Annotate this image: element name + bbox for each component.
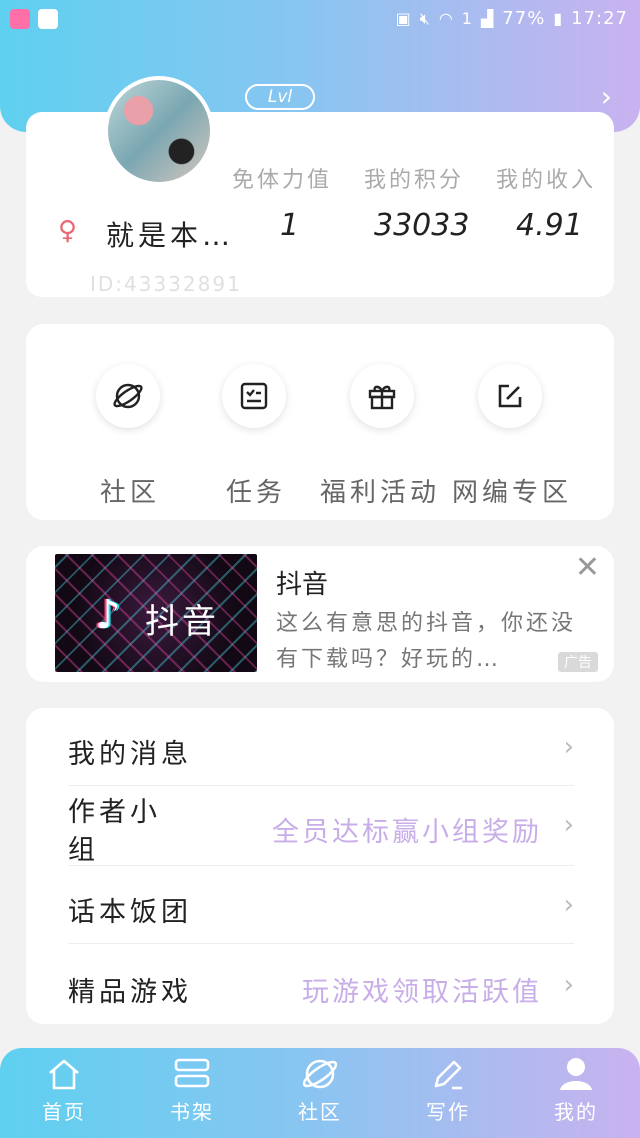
user-id: ID:43332891 (90, 272, 242, 296)
ad-image[interactable]: ♪ 抖音 (55, 554, 257, 672)
quick-action-label-welfare: 福利活动 (320, 478, 441, 508)
status-bar: ▣ 🔇︎ ◠ 1 ▟ 77% ▮ 17:27 (0, 0, 640, 40)
tab-me[interactable]: 我的 (526, 1054, 626, 1125)
bottom-tab-bar: 首页 书架 社区 写作 我的 (0, 1048, 640, 1138)
tab-label: 书架 (170, 1100, 214, 1124)
menu-promo: 玩游戏领取活跃值 (302, 977, 542, 1008)
tab-home[interactable]: 首页 (14, 1054, 114, 1125)
menu-label: 精品游戏 (68, 977, 192, 1008)
avatar[interactable] (104, 76, 214, 186)
quick-actions-card: 社区 任务 福利活动 网编专区 (26, 324, 614, 520)
menu-label: 作者小组 (68, 797, 161, 866)
pen-icon (428, 1054, 468, 1094)
tab-label: 首页 (42, 1100, 86, 1124)
menu-label: 话本饭团 (68, 897, 192, 928)
stat-value-points[interactable]: 33033 (374, 208, 469, 243)
quick-action-community[interactable] (68, 364, 188, 428)
quick-action-label-community: 社区 (100, 478, 161, 508)
chevron-right-icon: › (563, 810, 574, 840)
menu-label: 我的消息 (68, 739, 192, 770)
gift-icon (350, 364, 414, 428)
stat-value-stamina[interactable]: 1 (280, 208, 299, 243)
quick-action-label-editor-zone: 网编专区 (452, 478, 573, 508)
menu-item-huaben-group[interactable]: 话本饭团 › (68, 866, 574, 944)
stat-label-stamina: 免体力值 (232, 168, 333, 193)
app-icon-pink (10, 9, 30, 29)
chevron-right-icon: › (563, 890, 574, 920)
bookshelf-icon (172, 1054, 212, 1094)
tiktok-note-icon: ♪ (95, 592, 121, 638)
signal-icon: ▟ (480, 9, 495, 28)
menu-item-author-group[interactable]: 作者小组 全员达标赢小组奖励 › (68, 786, 574, 866)
tab-label: 社区 (298, 1100, 342, 1124)
clock: 17:27 (571, 8, 628, 29)
tab-community[interactable]: 社区 (270, 1054, 370, 1125)
tab-label: 写作 (426, 1100, 470, 1124)
ad-description: 这么有意思的抖音，你还没有下载吗？好玩的… (276, 611, 577, 672)
ad-title: 抖音 (276, 570, 329, 600)
ad-banner[interactable]: ♪ 抖音 抖音 这么有意思的抖音，你还没有下载吗？好玩的… ✕ 广告 (26, 546, 614, 682)
profile-icon (556, 1054, 596, 1094)
ad-tag: 广告 (558, 652, 598, 672)
gallery-icon (38, 9, 58, 29)
username: 就是本… (106, 219, 235, 252)
stat-value-income[interactable]: 4.91 (516, 208, 583, 243)
planet-icon (300, 1054, 340, 1094)
menu-list: 我的消息 › 作者小组 全员达标赢小组奖励 › 话本饭团 › 精品游戏 玩游戏领… (26, 708, 614, 1024)
battery-percent: 77% (502, 8, 546, 29)
menu-item-games[interactable]: 精品游戏 玩游戏领取活跃值 › (68, 944, 574, 1024)
quick-action-welfare[interactable] (322, 364, 442, 428)
edit-icon (478, 364, 542, 428)
stat-label-points: 我的积分 (364, 168, 465, 193)
quick-action-label-tasks: 任务 (226, 478, 287, 508)
menu-promo: 全员达标赢小组奖励 (272, 817, 542, 848)
female-symbol-icon: ♀ (58, 216, 78, 246)
tab-bookshelf[interactable]: 书架 (142, 1054, 242, 1125)
tab-label: 我的 (554, 1100, 598, 1124)
sim-icon: 1 (461, 9, 473, 28)
quick-action-editor-zone[interactable] (450, 364, 570, 428)
chevron-right-icon: › (563, 970, 574, 1000)
nfc-icon: ▣ (395, 9, 412, 28)
profile-chevron-icon[interactable]: › (601, 80, 612, 113)
checklist-icon (222, 364, 286, 428)
status-right: ▣ 🔇︎ ◠ 1 ▟ 77% ▮ 17:27 (396, 8, 628, 29)
wifi-icon: ◠ (438, 9, 454, 28)
home-icon (44, 1054, 84, 1094)
planet-icon (96, 364, 160, 428)
ad-logo-text: 抖音 (145, 602, 219, 642)
mute-icon: 🔇︎ (419, 8, 431, 28)
stat-label-income: 我的收入 (496, 168, 597, 193)
quick-action-tasks[interactable] (194, 364, 314, 428)
level-badge: Lvl (245, 84, 315, 110)
menu-item-messages[interactable]: 我的消息 › (68, 708, 574, 786)
battery-icon: ▮ (553, 9, 564, 28)
chevron-right-icon: › (563, 732, 574, 762)
tab-write[interactable]: 写作 (398, 1054, 498, 1125)
close-icon[interactable]: ✕ (575, 550, 600, 585)
